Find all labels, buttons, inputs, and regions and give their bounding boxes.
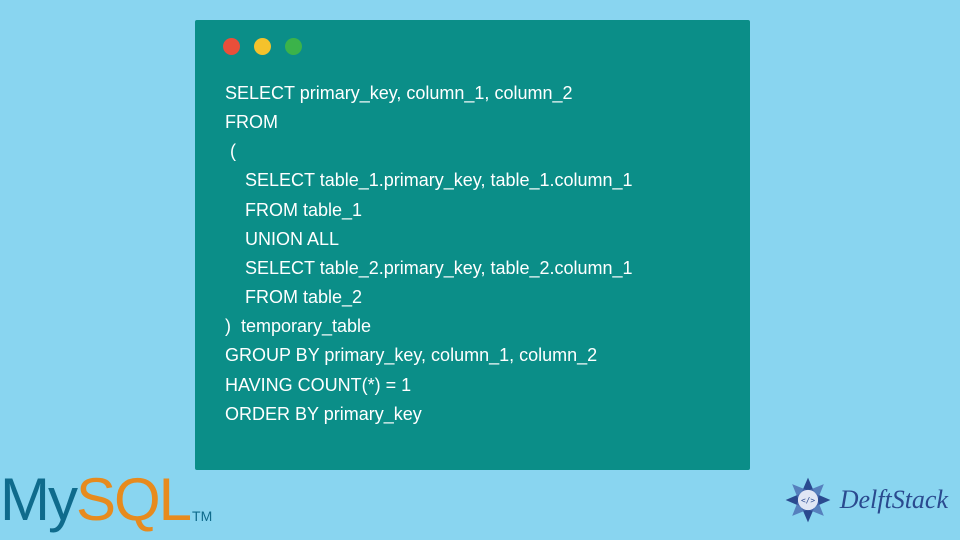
code-line: SELECT table_1.primary_key, table_1.colu… [225,170,633,190]
mysql-logo: MySQLTM [0,465,212,534]
code-window: SELECT primary_key, column_1, column_2 F… [195,20,750,470]
window-controls [195,20,750,55]
maximize-icon [285,38,302,55]
code-line: FROM table_1 [225,200,362,220]
code-line: UNION ALL [225,229,339,249]
mysql-sql-text: SQL [76,465,190,534]
svg-text:</>: </> [801,496,815,505]
code-line: SELECT primary_key, column_1, column_2 [225,83,572,103]
code-line: FROM table_2 [225,287,362,307]
code-line: FROM [225,112,278,132]
delftstack-text: DelftStack [840,485,948,515]
code-line: HAVING COUNT(*) = 1 [225,375,411,395]
minimize-icon [254,38,271,55]
delftstack-logo: </> DelftStack [780,472,948,528]
code-line: ( [225,141,236,161]
mysql-tm-text: TM [192,508,212,534]
delftstack-icon: </> [780,472,836,528]
code-line: ) temporary_table [225,316,371,336]
code-line: GROUP BY primary_key, column_1, column_2 [225,345,597,365]
mysql-my-text: My [0,465,76,534]
code-block: SELECT primary_key, column_1, column_2 F… [195,55,750,429]
code-line: SELECT table_2.primary_key, table_2.colu… [225,258,633,278]
close-icon [223,38,240,55]
code-line: ORDER BY primary_key [225,404,422,424]
